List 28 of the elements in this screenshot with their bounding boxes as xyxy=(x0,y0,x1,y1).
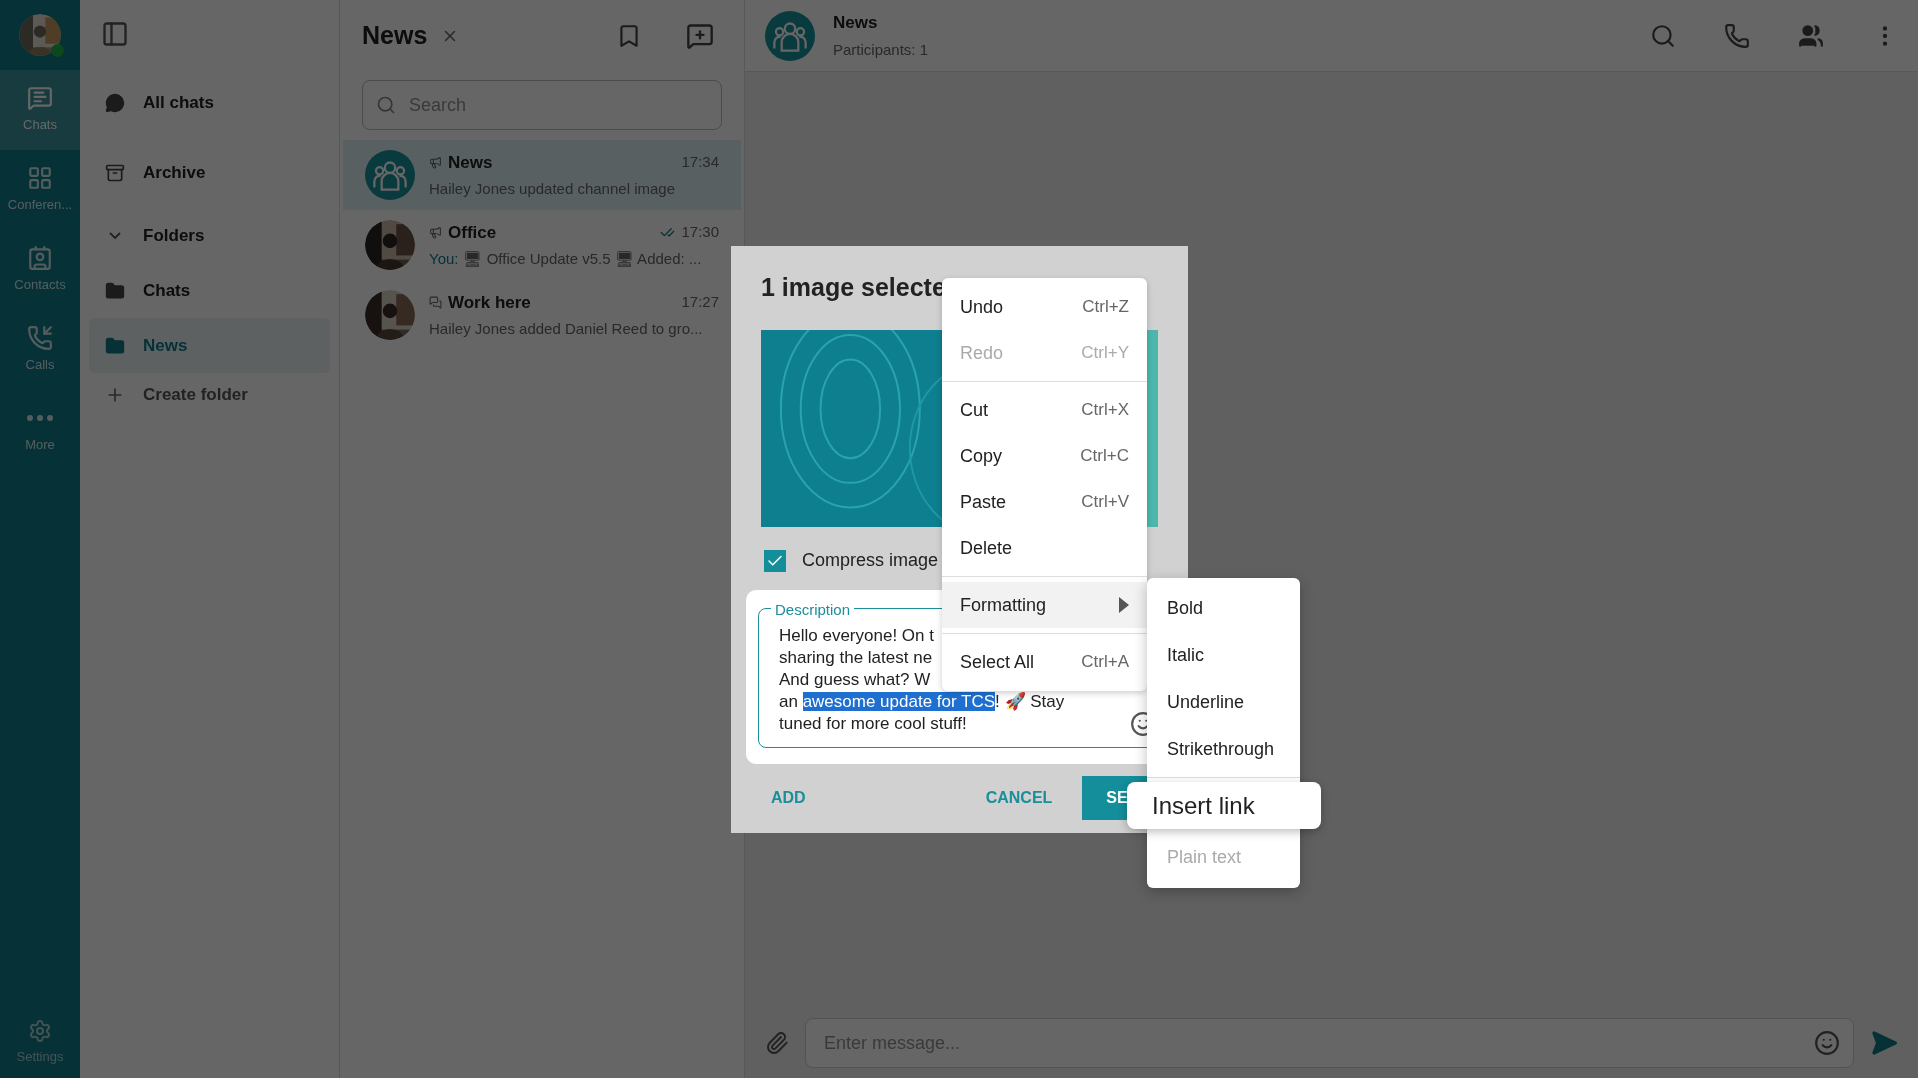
shortcut-text: Ctrl+C xyxy=(1080,445,1129,468)
description-text: ! 🚀 Stay xyxy=(995,692,1065,712)
shortcut-text: Ctrl+Z xyxy=(1082,296,1129,319)
sender-label: You: xyxy=(429,249,459,269)
chat-time: 17:27 xyxy=(681,292,719,312)
description-text: tuned for more cool stuff! xyxy=(779,714,967,734)
description-text: sharing the latest ne xyxy=(779,648,933,668)
panel-title: News xyxy=(362,20,428,52)
dialog-title: 1 image selecte xyxy=(761,272,946,304)
chat-time: 17:34 xyxy=(681,152,719,172)
shortcut-text: Ctrl+Y xyxy=(1081,342,1129,365)
participants-count: Participants: 1 xyxy=(833,40,929,60)
description-text: And guess what? W xyxy=(779,670,931,690)
chat-name: Work here xyxy=(448,291,531,314)
description-text: an xyxy=(779,692,799,712)
shortcut-text: Ctrl+V xyxy=(1081,491,1129,514)
chat-name: News xyxy=(448,151,493,174)
chat-time: 17:30 xyxy=(681,222,719,242)
checkbox-label: Compress image xyxy=(802,549,939,573)
chat-preview: Hailey Jones updated channel image xyxy=(429,179,675,199)
chat-title: News xyxy=(833,11,879,34)
chat-preview: Hailey Jones added Daniel Reed to gro... xyxy=(429,319,703,339)
shortcut-text: Ctrl+X xyxy=(1081,399,1129,422)
chat-preview: 🖥 Office Update v5.5 🖥 Added: ... xyxy=(463,249,702,269)
shortcut-text: Ctrl+A xyxy=(1081,651,1129,674)
chat-name: Office xyxy=(448,221,497,244)
selected-text: awesome update for TCS xyxy=(802,692,996,712)
description-text: Hello everyone! On t xyxy=(779,626,934,646)
